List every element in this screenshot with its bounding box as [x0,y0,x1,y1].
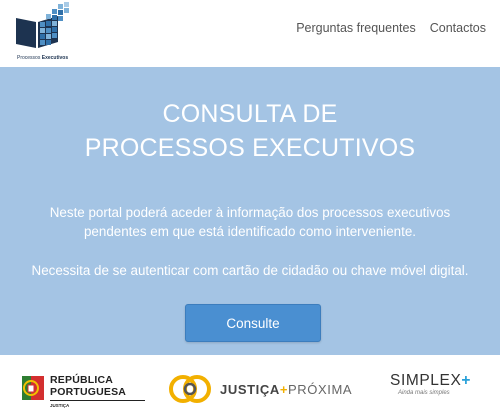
nav-link-perguntas-frequentes[interactable]: Perguntas frequentes [296,21,416,35]
logo-caption: Processos Executivos [17,55,68,61]
site-footer: REPÚBLICA PORTUGUESA JUSTIÇA JUSTIÇA+PRÓ… [0,358,500,419]
justica-text: JUSTIÇA+PRÓXIMA [220,382,352,397]
republica-sub: JUSTIÇA [50,403,70,408]
portugal-emblem-icon [22,376,44,400]
page-title-line1: CONSULTA DE [162,100,338,128]
republica-line2: PORTUGUESA [50,386,127,398]
simplex-text: SIMPLEX [390,372,462,389]
justica-bold: JUSTIÇA [220,382,280,397]
auth-requirement-text: Necessita de se autenticar com cartão de… [31,263,469,278]
justica-mark-icon [169,375,211,403]
intro-text: Neste portal poderá aceder à informação … [49,205,451,239]
logo-caption-bold: Executivos [41,55,69,61]
processos-executivos-logo[interactable] [14,2,72,62]
book-pixel-icon [16,2,69,48]
site-header: Processos Executivos Perguntas frequente… [0,0,500,67]
simplex-title: SIMPLEX+ [390,372,471,390]
simplex-subtitle: Ainda mais simples [398,390,450,396]
nav-link-contactos[interactable]: Contactos [430,21,486,35]
simplex-plus: + [461,372,472,389]
top-nav: Perguntas frequentes Contactos [296,21,486,35]
logo-caption-regular: Processos [17,55,41,61]
republica-line1: REPÚBLICA [50,374,114,386]
justica-rest: PRÓXIMA [288,382,353,397]
page-title-line2: PROCESSOS EXECUTIVOS [84,134,416,162]
consulte-button[interactable]: Consulte [185,304,321,342]
justica-plus: + [279,382,289,397]
page-title: CONSULTA DE PROCESSOS EXECUTIVOS [0,97,500,165]
republica-divider [50,400,145,401]
simplex-logo[interactable]: SIMPLEX+ Ainda mais simples [390,372,471,396]
hero-section: CONSULTA DE PROCESSOS EXECUTIVOS Neste p… [0,67,500,355]
